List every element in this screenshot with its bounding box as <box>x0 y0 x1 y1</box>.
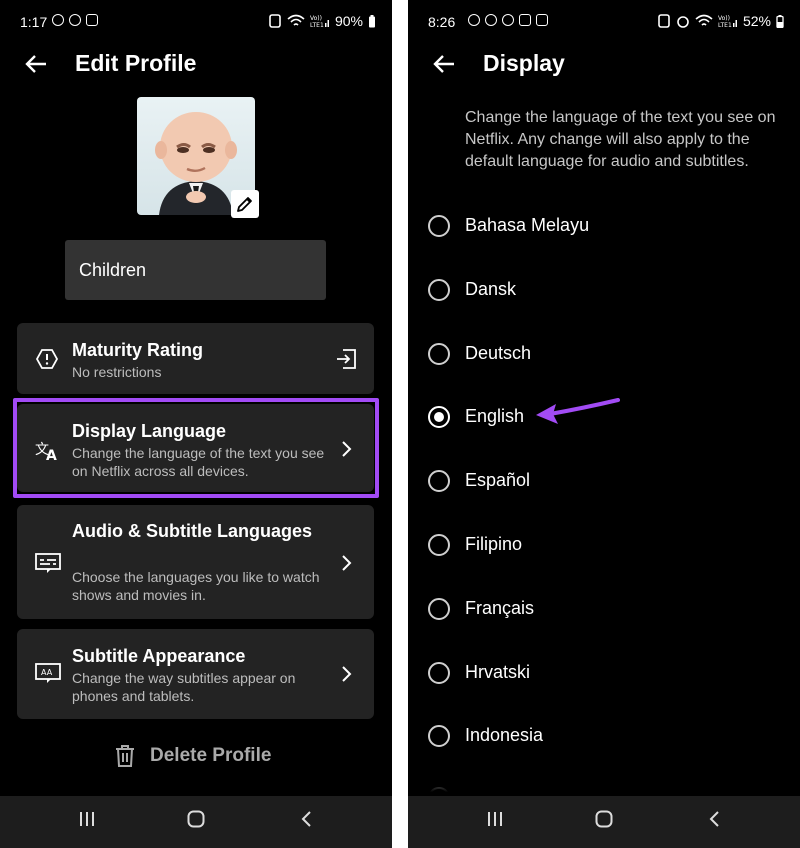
back-nav-icon[interactable] <box>299 810 313 828</box>
radio-button-selected[interactable] <box>428 406 450 428</box>
battery-icon <box>369 14 375 27</box>
pointer-arrow-icon <box>536 398 620 424</box>
recents-icon[interactable] <box>486 810 504 828</box>
subtitles-icon <box>35 553 61 573</box>
instagram-icon <box>485 14 497 26</box>
instagram-icon <box>52 14 64 26</box>
page-title: Edit Profile <box>75 50 197 76</box>
edit-profile-screen: 1:17 Vo)) LTE1 90% Edit Profile Children… <box>0 0 392 848</box>
language-option[interactable]: Español <box>408 461 800 501</box>
radio-button[interactable] <box>428 598 450 620</box>
maturity-rating-title: Maturity Rating <box>72 340 204 360</box>
svg-text:LTE1: LTE1 <box>310 22 324 28</box>
wifi-icon <box>695 14 713 26</box>
language-option[interactable]: Indonesia <box>408 716 800 756</box>
display-intro-text: Change the language of the text you see … <box>465 109 776 170</box>
messenger-icon <box>468 14 480 26</box>
language-option[interactable]: Bahasa Melayu <box>408 206 800 246</box>
chevron-right-icon <box>342 666 352 682</box>
instagram-icon <box>69 14 81 26</box>
language-label: Français <box>465 598 535 618</box>
svg-text:LTE1: LTE1 <box>718 22 732 28</box>
notification-icons <box>52 14 98 26</box>
pencil-icon <box>237 197 252 212</box>
home-icon[interactable] <box>187 810 205 828</box>
signal-icon: Vo))LTE1 <box>718 15 737 28</box>
battery-icon <box>776 14 784 28</box>
system-nav-bar <box>408 796 800 848</box>
app-header: Display <box>408 44 800 84</box>
highlight-box <box>13 398 379 498</box>
language-label: Filipino <box>465 534 523 554</box>
wifi-icon <box>287 14 305 26</box>
radio-button[interactable] <box>428 662 450 684</box>
audio-subtitle-title: Audio & Subtitle Languages <box>72 521 313 541</box>
status-time: 8:26 <box>428 14 456 30</box>
system-icons: Vo)) LTE1 90% <box>268 13 376 29</box>
back-nav-icon[interactable] <box>707 810 721 828</box>
language-label: Hrvatski <box>465 662 531 682</box>
subtitle-appearance-icon: AA <box>35 663 61 683</box>
maturity-rating-desc: No restrictions <box>72 364 162 380</box>
battery-percent: 90% <box>334 13 363 29</box>
radio-button[interactable] <box>428 534 450 556</box>
scroll-fade <box>408 770 800 796</box>
svg-text:AA: AA <box>41 668 53 677</box>
alarm-icon <box>677 16 689 28</box>
page-title: Display <box>483 50 565 76</box>
profile-name-input[interactable]: Children <box>65 240 326 300</box>
audio-subtitle-card[interactable]: Audio & Subtitle Languages Choose the la… <box>17 505 374 619</box>
status-time: 1:17 <box>20 14 48 30</box>
language-label: Deutsch <box>465 343 532 363</box>
battery-percent: 52% <box>742 13 771 29</box>
app-icon <box>519 14 531 26</box>
status-bar: 8:26 Vo)) LTE1 52% <box>408 0 800 44</box>
language-option[interactable]: Français <box>408 589 800 629</box>
radio-button[interactable] <box>428 279 450 301</box>
language-label: Indonesia <box>465 725 544 745</box>
radio-button[interactable] <box>428 343 450 365</box>
language-option[interactable]: Dansk <box>408 270 800 310</box>
gallery-icon <box>86 14 98 26</box>
language-option[interactable]: Filipino <box>408 525 800 565</box>
radio-button[interactable] <box>428 725 450 747</box>
maturity-rating-card[interactable]: Maturity Rating No restrictions <box>17 323 374 394</box>
delete-profile-button[interactable]: Delete Profile <box>114 744 271 768</box>
subtitle-appearance-title: Subtitle Appearance <box>72 646 246 666</box>
subtitle-appearance-card[interactable]: AA Subtitle Appearance Change the way su… <box>17 629 374 719</box>
instagram-icon <box>502 14 514 26</box>
recents-icon[interactable] <box>78 810 96 828</box>
status-bar: 1:17 Vo)) LTE1 90% <box>0 0 392 44</box>
system-nav-bar <box>0 796 392 848</box>
subtitle-appearance-desc: Change the way subtitles appear on phone… <box>72 670 296 704</box>
radio-button[interactable] <box>428 215 450 237</box>
language-label: Bahasa Melayu <box>465 215 590 235</box>
svg-text:Vo)): Vo)) <box>718 15 730 22</box>
language-label: Dansk <box>465 279 517 299</box>
language-option[interactable]: Deutsch <box>408 334 800 374</box>
nfc-icon <box>658 14 670 28</box>
trash-icon <box>116 745 134 767</box>
svg-text:Vo)): Vo)) <box>310 15 322 22</box>
open-external-icon <box>337 349 356 369</box>
system-icons: Vo)) LTE1 52% <box>657 13 784 29</box>
gallery-icon <box>536 14 548 26</box>
warning-octagon-icon <box>35 349 59 369</box>
radio-button[interactable] <box>428 470 450 492</box>
signal-icon: Vo))LTE1 <box>310 15 329 28</box>
language-label: Español <box>465 470 531 490</box>
delete-profile-label: Delete Profile <box>150 745 272 766</box>
home-icon[interactable] <box>595 810 613 828</box>
back-arrow-icon[interactable] <box>432 54 456 74</box>
chevron-right-icon <box>342 555 352 571</box>
app-header: Edit Profile <box>0 44 392 84</box>
language-label: English <box>465 406 525 426</box>
language-option[interactable]: Hrvatski <box>408 653 800 693</box>
edit-avatar-button[interactable] <box>231 190 259 218</box>
back-arrow-icon[interactable] <box>24 54 48 74</box>
nfc-icon <box>269 14 281 28</box>
audio-subtitle-desc: Choose the languages you like to watch s… <box>72 569 320 603</box>
notification-icons <box>468 14 548 26</box>
